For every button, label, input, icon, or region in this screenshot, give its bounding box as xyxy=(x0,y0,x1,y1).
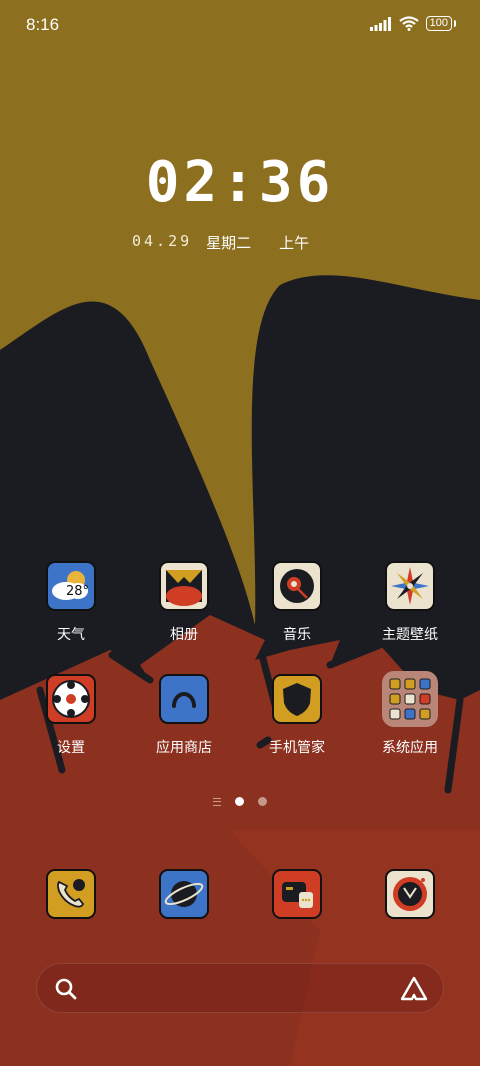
app-store[interactable]: 应用商店 xyxy=(132,674,236,757)
gallery-icon xyxy=(159,561,209,611)
app-label: 音乐 xyxy=(283,627,311,643)
dock-phone[interactable] xyxy=(19,869,123,919)
camera-icon xyxy=(385,869,435,919)
folder-system-apps[interactable]: 系统应用 xyxy=(358,671,462,757)
music-icon xyxy=(272,561,322,611)
app-gallery[interactable]: 相册 xyxy=(132,561,236,644)
status-bar: 8:16 100 xyxy=(0,0,480,50)
search-icon[interactable] xyxy=(54,977,78,1001)
app-label: 手机管家 xyxy=(269,740,325,756)
system-apps-folder-icon xyxy=(382,671,438,727)
dock-browser[interactable] xyxy=(132,869,236,919)
messages-icon xyxy=(272,869,322,919)
dock-camera[interactable] xyxy=(358,869,462,919)
date-widget[interactable]: 04.29 星期二 上午 xyxy=(132,232,309,253)
app-label: 天气 xyxy=(57,627,85,643)
dock-messages[interactable] xyxy=(245,869,349,919)
security-icon xyxy=(272,674,322,724)
browser-icon xyxy=(159,869,209,919)
app-themes[interactable]: 主题壁纸 xyxy=(358,561,462,644)
assistant-icon[interactable] xyxy=(399,975,429,1003)
app-weather[interactable]: 28° 天气 xyxy=(19,561,123,644)
page-indicator[interactable] xyxy=(0,797,480,806)
search-bar[interactable] xyxy=(36,963,444,1013)
app-store-icon xyxy=(159,674,209,724)
app-label: 系统应用 xyxy=(382,740,438,756)
app-settings[interactable]: 设置 xyxy=(19,674,123,757)
app-label: 设置 xyxy=(57,740,85,756)
phone-icon xyxy=(46,869,96,919)
themes-icon xyxy=(385,561,435,611)
wifi-icon xyxy=(398,16,419,31)
app-label: 主题壁纸 xyxy=(382,627,438,643)
date-text: 04.29 xyxy=(132,232,193,250)
signal-icon xyxy=(369,16,391,31)
weather-icon: 28° xyxy=(46,561,96,611)
app-label: 应用商店 xyxy=(156,740,212,756)
page-dot-active[interactable] xyxy=(235,797,244,806)
clock-widget[interactable]: 02:36 xyxy=(0,150,480,215)
app-label: 相册 xyxy=(170,627,198,643)
settings-icon xyxy=(46,674,96,724)
battery-icon: 100 xyxy=(425,16,457,31)
menu-icon[interactable] xyxy=(213,797,221,806)
app-security[interactable]: 手机管家 xyxy=(245,674,349,757)
status-icons: 100 xyxy=(369,16,457,31)
period-text: 上午 xyxy=(279,234,310,252)
page-dot[interactable] xyxy=(258,797,267,806)
weather-temp-badge: 28° xyxy=(66,584,90,599)
status-time: 8:16 xyxy=(26,15,60,34)
app-music[interactable]: 音乐 xyxy=(245,561,349,644)
weekday-text: 星期二 xyxy=(206,234,252,252)
